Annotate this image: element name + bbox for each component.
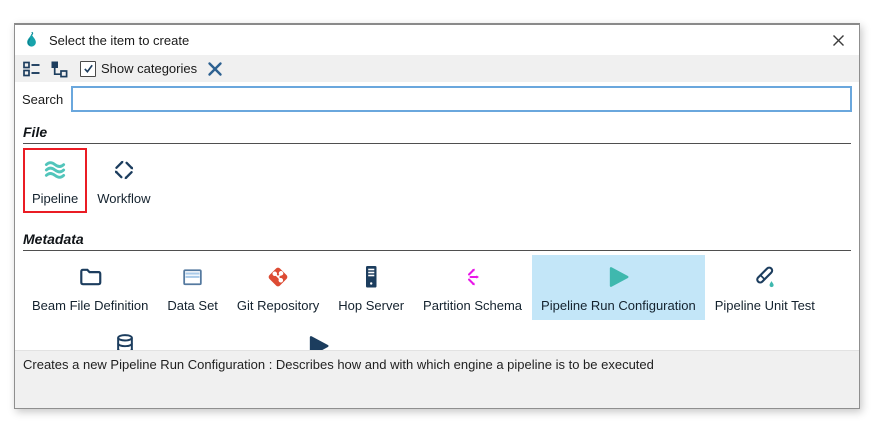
list-view-icon[interactable] <box>23 60 41 78</box>
test-tube-icon <box>751 263 778 291</box>
item-partition-schema[interactable]: Partition Schema <box>414 255 531 320</box>
item-hop-server[interactable]: Hop Server <box>329 255 413 320</box>
toolbar: Show categories <box>15 55 859 82</box>
tree-view-icon[interactable] <box>50 60 68 78</box>
category-header-metadata: Metadata <box>23 225 851 251</box>
play-teal-icon <box>604 263 632 291</box>
dataset-icon <box>180 263 205 291</box>
item-data-set[interactable]: Data Set <box>158 255 227 320</box>
item-workflow-run-configuration[interactable]: Workflow Run Configuration <box>228 324 408 350</box>
search-label: Search <box>22 92 63 107</box>
folder-icon <box>77 263 104 291</box>
show-categories-checkbox[interactable] <box>80 61 96 77</box>
title-bar: Select the item to create <box>15 25 859 55</box>
item-label: Pipeline <box>32 191 78 206</box>
show-categories-toggle[interactable]: Show categories <box>80 61 197 77</box>
item-beam-file-definition[interactable]: Beam File Definition <box>23 255 157 320</box>
search-input[interactable] <box>71 86 852 112</box>
item-pipeline-run-configuration[interactable]: Pipeline Run Configuration <box>532 255 705 320</box>
item-label: Data Set <box>167 298 218 313</box>
item-label: Beam File Definition <box>32 298 148 313</box>
status-bar: Creates a new Pipeline Run Configuration… <box>15 350 859 408</box>
file-items-row: Pipeline <box>23 148 851 213</box>
item-label: Hop Server <box>338 298 404 313</box>
metadata-items-row-2: Relational Database Connection Workflow … <box>23 324 851 350</box>
status-text: Creates a new Pipeline Run Configuration… <box>23 357 654 372</box>
item-git-repository[interactable]: Git Repository <box>228 255 328 320</box>
item-list: File Pipeline <box>15 116 859 350</box>
partition-arrows-icon <box>461 263 485 291</box>
pipeline-icon <box>41 156 69 184</box>
item-label: Workflow <box>97 191 150 206</box>
metadata-items-row-1: Beam File Definition Data Set <box>23 255 851 320</box>
item-label: Git Repository <box>237 298 319 313</box>
category-header-file: File <box>23 118 851 144</box>
item-label: Pipeline Unit Test <box>715 298 815 313</box>
play-navy-icon <box>304 332 332 350</box>
item-relational-database-connection[interactable]: Relational Database Connection <box>23 324 227 350</box>
database-icon <box>112 332 138 350</box>
item-label: Partition Schema <box>423 298 522 313</box>
server-icon <box>359 263 383 291</box>
item-workflow[interactable]: Workflow <box>88 148 159 213</box>
item-pipeline[interactable]: Pipeline <box>23 148 87 213</box>
clear-search-icon[interactable] <box>206 60 224 78</box>
hop-logo-icon <box>24 31 41 50</box>
search-row: Search <box>15 82 859 116</box>
item-pipeline-unit-test[interactable]: Pipeline Unit Test <box>706 255 824 320</box>
show-categories-label: Show categories <box>101 61 197 76</box>
item-label: Pipeline Run Configuration <box>541 298 696 313</box>
select-item-dialog: Select the item to create <box>14 23 860 409</box>
git-icon <box>265 263 291 291</box>
dialog-title: Select the item to create <box>49 33 189 48</box>
workflow-icon <box>111 156 137 184</box>
close-icon[interactable] <box>827 29 849 51</box>
